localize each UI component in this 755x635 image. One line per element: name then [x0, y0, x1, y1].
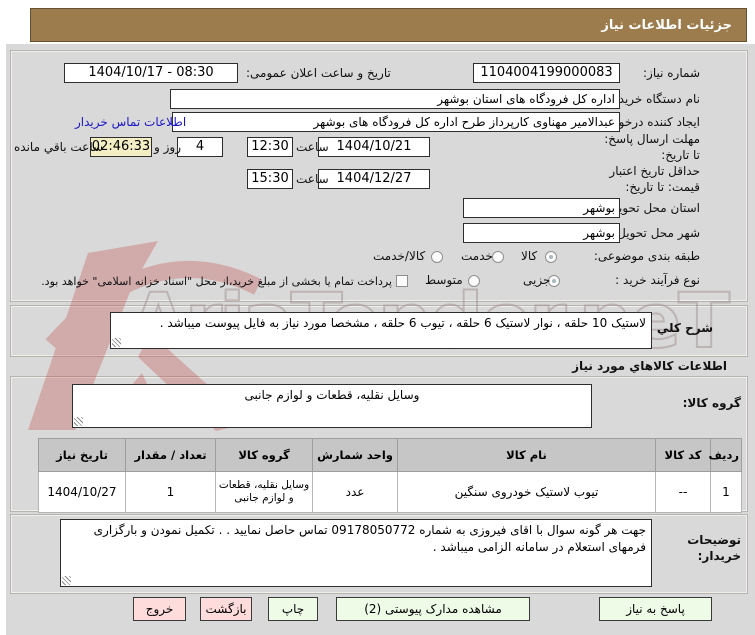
goods-table-header-row: ردیف کد کالا نام کالا واحد شمارش گروه کا… [38, 438, 742, 472]
resize-handle-icon[interactable] [62, 576, 71, 585]
cell-need-date: 1404/10/27 [38, 471, 126, 513]
col-need-date: تاریخ نیاز [38, 438, 126, 472]
reply-to-need-button[interactable]: پاسخ به نیاز [599, 597, 712, 621]
radio-goods-service[interactable] [431, 251, 443, 263]
print-button[interactable]: چاپ [268, 597, 318, 621]
table-row: 1 -- تیوب لاستیک خودروی سنگین عدد وسایل … [38, 471, 742, 513]
deadline-label: مهلت ارسال پاسخ: تا تاریخ: [604, 132, 700, 162]
radio-partial-label: جزیی [523, 273, 551, 287]
price-validity-label: حداقل تاریخ اعتبار قیمت: تا تاریخ: [609, 164, 700, 194]
buyer-org-field[interactable]: اداره کل فرودگاه های استان بوشهر [170, 89, 620, 109]
buyer-contact-link[interactable]: اطلاعات تماس خریدار [75, 115, 186, 129]
col-group: گروه کالا [215, 438, 313, 472]
deadline-time-field[interactable]: 12:30 [247, 137, 293, 157]
back-button[interactable]: بازگشت [200, 597, 252, 621]
radio-goods-service-label: کالا/خدمت [373, 249, 426, 263]
price-validity-time-field[interactable]: 15:30 [247, 169, 293, 189]
buyer-notes-text: جهت هر گونه سوال با اقای فیروزی به شماره… [93, 523, 646, 555]
resize-handle-icon[interactable] [112, 338, 121, 347]
need-number-label: شماره نیاز: [643, 66, 700, 80]
creator-field[interactable]: عبدالامیر مهناوی کارپرداز طرح اداره کل ف… [172, 112, 620, 132]
col-quantity: تعداد / مقدار [125, 438, 216, 472]
radio-medium-label: متوسط [425, 273, 463, 287]
view-attachments-button[interactable]: مشاهده مدارک پیوستی (2) [336, 597, 530, 621]
page-title: جزئیات اطلاعات نیاز [30, 8, 747, 42]
province-field[interactable]: بوشهر [463, 198, 620, 218]
announce-datetime-label: تاریخ و ساعت اعلان عمومی: [246, 66, 391, 80]
col-row-number: ردیف [708, 438, 742, 472]
exit-button[interactable]: خروج [133, 597, 186, 621]
cell-goods-code: -- [655, 471, 711, 513]
deadline-hour-label: ساعت [296, 140, 329, 154]
radio-medium[interactable] [468, 275, 480, 287]
subject-label: طبقه بندی موضوعی: [593, 249, 700, 263]
radio-service[interactable] [492, 251, 504, 263]
col-goods-name: نام کالا [397, 438, 656, 472]
city-label: شهر محل تحویل: [613, 226, 700, 240]
cell-quantity: 1 [125, 471, 216, 513]
radio-service-label: خدمت [461, 249, 493, 263]
city-field[interactable]: بوشهر [463, 223, 620, 243]
cell-row-number: 1 [710, 471, 742, 513]
price-validity-date-field[interactable]: 1404/12/27 [318, 169, 430, 189]
remaining-days-label: روز و [154, 140, 181, 154]
goods-group-text: وسایل نقلیه، قطعات و لوازم جانبی [244, 388, 420, 402]
col-goods-code: کد کالا [655, 438, 711, 472]
cell-goods-name: تیوب لاستیک خودروی سنگین [397, 471, 656, 513]
remaining-days-field[interactable]: 4 [177, 137, 223, 157]
remaining-suffix-label: ساعت باقي مانده [14, 140, 104, 154]
announce-datetime-field[interactable]: 1404/10/17 - 08:30 [64, 63, 238, 83]
need-number-field[interactable]: 1104004199000083 [473, 63, 620, 83]
process-label: نوع فرآیند خرید : [615, 273, 700, 287]
cell-group: وسایل نقلیه، قطعات و لوازم جانبی [215, 471, 313, 513]
need-summary-textarea[interactable]: لاستیک 10 حلقه ، نوار لاستیک 6 حلقه ، تی… [110, 312, 652, 349]
buyer-notes-textarea[interactable]: جهت هر گونه سوال با اقای فیروزی به شماره… [60, 519, 652, 587]
price-validity-hour-label: ساعت [296, 172, 329, 186]
radio-goods[interactable] [545, 251, 557, 263]
goods-section-header: اطلاعات كالاهاي مورد نياز [572, 359, 727, 373]
need-summary-text: لاستیک 10 حلقه ، نوار لاستیک 6 حلقه ، تی… [159, 316, 646, 330]
radio-goods-label: کالا [521, 249, 538, 263]
goods-group-label: گروه کالا: [682, 396, 741, 410]
buyer-notes-label: توضیحات خریدار: [687, 533, 741, 563]
need-details-page: جزئیات اطلاعات نیاز AriaTender.neT شماره… [0, 0, 755, 635]
goods-group-textarea[interactable]: وسایل نقلیه، قطعات و لوازم جانبی [72, 384, 592, 428]
col-unit: واحد شمارش [312, 438, 398, 472]
deadline-date-field[interactable]: 1404/10/21 [318, 137, 430, 157]
cell-unit: عدد [312, 471, 398, 513]
treasury-checkbox[interactable] [396, 275, 408, 287]
goods-table: ردیف کد کالا نام کالا واحد شمارش گروه کا… [38, 438, 742, 513]
treasury-checkbox-label: پرداخت تمام یا بخشی از مبلغ خرید،از محل … [41, 275, 392, 288]
resize-handle-icon[interactable] [74, 417, 83, 426]
